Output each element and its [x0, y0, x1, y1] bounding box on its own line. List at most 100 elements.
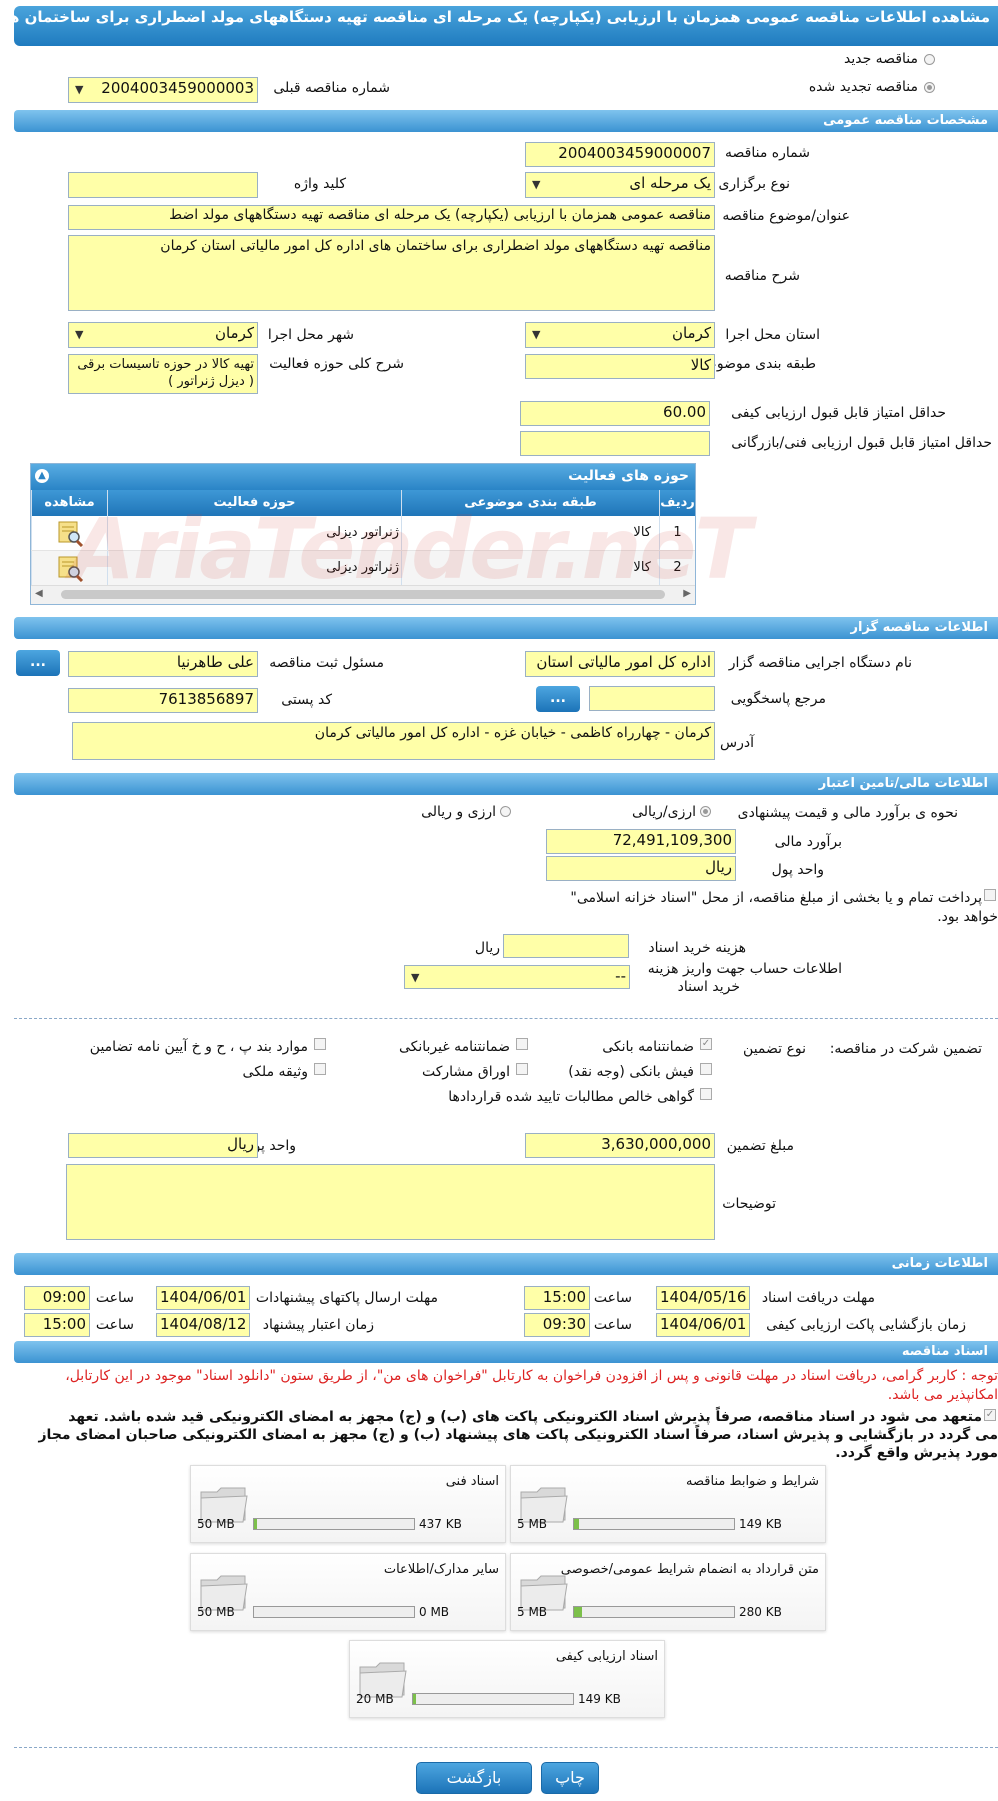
document-name: اسناد فنی — [445, 1474, 499, 1489]
document-size-fill — [254, 1519, 258, 1529]
document-tile[interactable]: سایر مدارک/اطلاعات 50 MB 0 MB — [190, 1553, 506, 1631]
bank-receipt-label: فیش بانکی (وجه نقد) — [568, 1064, 694, 1080]
guarantee-type-label: نوع تضمین — [743, 1041, 806, 1057]
fx-rial-option-label: ارزی و ریالی — [421, 804, 496, 820]
rial-option-label: ارزی/ریالی — [632, 804, 696, 820]
description-field[interactable]: مناقصه تهیه دستگاههای مولد اضطراری برای … — [68, 235, 715, 311]
submit-label: مهلت ارسال پاکتهای پیشنهادات — [255, 1290, 438, 1306]
document-max-size: 5 MB — [517, 1605, 548, 1619]
guarantee-currency-field[interactable]: ریال — [68, 1133, 258, 1158]
address-field[interactable]: کرمان - چهارراه کاظمی - خیابان غزه - ادا… — [72, 722, 715, 760]
document-current-size: 280 KB — [739, 1605, 782, 1619]
doc-receive-label: مهلت دریافت اسناد — [761, 1290, 875, 1306]
min-tech-field[interactable] — [520, 431, 710, 456]
document-current-size: 149 KB — [739, 1517, 782, 1531]
prev-tender-number-select[interactable]: ▼ 2004003459000003 — [68, 77, 258, 103]
submit-time-field[interactable]: 09:00 — [24, 1286, 90, 1310]
doc-cost-field[interactable] — [503, 934, 629, 958]
back-button[interactable]: بازگشت — [416, 1762, 532, 1794]
bank-guarantee-checkbox[interactable]: ✓ — [700, 1038, 712, 1050]
registrar-field[interactable]: علی طاهرنیا — [68, 651, 258, 677]
participation-label: تضمین شرکت در مناقصه: — [829, 1041, 982, 1057]
reference-field[interactable] — [589, 686, 715, 711]
bonds-checkbox[interactable] — [516, 1063, 528, 1075]
renewed-tender-label: مناقصه تجدید شده — [808, 79, 918, 95]
document-current-size: 0 MB — [419, 1605, 450, 1619]
guarantee-amount-label: مبلغ تضمین — [726, 1138, 794, 1154]
clauses-checkbox[interactable] — [314, 1038, 326, 1050]
documents-notice: توجه : کاربر گرامی، دریافت اسناد در مهلت… — [65, 1368, 998, 1403]
subject-field[interactable]: مناقصه عمومی همزمان با ارزیابی (یکپارچه)… — [68, 205, 715, 230]
account-select[interactable]: ▼ -- — [404, 965, 630, 989]
keyword-field[interactable] — [68, 172, 258, 198]
treasury-checkbox[interactable] — [984, 889, 996, 901]
section-organizer: اطلاعات مناقصه گزار — [14, 617, 998, 639]
watermark-logo: AriaTender.neT — [70, 500, 752, 598]
scroll-left-icon[interactable]: ◀ — [35, 588, 43, 599]
renewed-tender-radio[interactable] — [924, 82, 935, 93]
quality-open-time-field[interactable]: 09:30 — [524, 1313, 590, 1337]
clauses-label: موارد بند پ ، ح و خ آیین نامه تضامین — [89, 1039, 308, 1055]
validity-time-field[interactable]: 15:00 — [24, 1313, 90, 1337]
quality-open-time-label: ساعت — [593, 1317, 632, 1333]
bank-guarantee-label: ضمانتنامه بانکی — [602, 1039, 694, 1055]
activity-desc-field[interactable]: تهیه کالا در حوزه تاسیسات برقی ( دیزل ژن… — [68, 354, 258, 394]
submit-time-label: ساعت — [95, 1290, 134, 1306]
new-tender-radio[interactable] — [924, 54, 935, 65]
document-tile[interactable]: اسناد فنی 50 MB 437 KB — [190, 1465, 506, 1543]
rial-radio[interactable] — [700, 806, 711, 817]
registrar-lookup-button[interactable]: ... — [16, 650, 60, 676]
document-tile[interactable]: شرایط و ضوابط مناقصه 5 MB 149 KB — [510, 1465, 826, 1543]
document-name: شرایط و ضوابط مناقصه — [686, 1474, 819, 1489]
doc-receive-time-field[interactable]: 15:00 — [524, 1286, 590, 1310]
document-max-size: 50 MB — [197, 1605, 235, 1619]
province-select[interactable]: ▼ کرمان — [525, 322, 715, 348]
category-field[interactable]: کالا — [525, 354, 715, 379]
document-current-size: 437 KB — [419, 1517, 462, 1531]
collapse-icon[interactable]: ▲ — [35, 469, 49, 483]
postal-code-field[interactable]: 7613856897 — [68, 688, 258, 713]
document-name: سایر مدارک/اطلاعات — [383, 1562, 499, 1577]
commitment-text: متعهد می شود در اسناد مناقصه، صرفاً پذیر… — [38, 1409, 998, 1461]
page-title: مشاهده اطلاعات مناقصه عمومی همزمان با ار… — [14, 6, 998, 46]
quality-open-date-field[interactable]: 1404/06/01 — [656, 1313, 750, 1337]
bank-receipt-checkbox[interactable] — [700, 1063, 712, 1075]
validity-date-field[interactable]: 1404/08/12 — [156, 1313, 250, 1337]
divider — [14, 1747, 998, 1748]
print-button[interactable]: چاپ — [541, 1762, 599, 1794]
guarantee-amount-field[interactable]: 3,630,000,000 — [525, 1133, 715, 1158]
document-tile[interactable]: متن قرارداد به انضمام شرایط عمومی/خصوصی … — [510, 1553, 826, 1631]
account-label-1: اطلاعات حساب جهت واریز هزینه — [647, 961, 842, 977]
doc-receive-date-field[interactable]: 1404/05/16 — [656, 1286, 750, 1310]
city-select[interactable]: ▼ کرمان — [68, 322, 258, 348]
tender-number-field[interactable]: 2004003459000007 — [525, 142, 715, 167]
min-tech-label: حداقل امتیاز قابل قبول ارزیابی فنی/بازرگ… — [731, 435, 992, 451]
document-tile[interactable]: اسناد ارزیابی کیفی 20 MB 149 KB — [349, 1640, 665, 1718]
doc-cost-label: هزینه خرید اسناد — [648, 940, 746, 956]
document-size-fill — [574, 1607, 582, 1617]
document-size-fill — [413, 1694, 417, 1704]
min-quality-label: حداقل امتیاز قابل قبول ارزیابی کیفی — [731, 405, 946, 421]
guarantee-notes-field[interactable] — [66, 1164, 715, 1240]
estimate-label: برآورد مالی — [774, 834, 842, 850]
estimate-field[interactable]: 72,491,109,300 — [546, 829, 736, 854]
document-size-bar — [573, 1606, 735, 1618]
bonds-label: اوراق مشارکت — [421, 1064, 510, 1080]
nonbank-guarantee-label: ضمانتنامه غیربانکی — [398, 1039, 510, 1055]
fx-rial-radio[interactable] — [500, 806, 511, 817]
document-size-fill — [574, 1519, 579, 1529]
submit-date-field[interactable]: 1404/06/01 — [156, 1286, 250, 1310]
section-timing: اطلاعات زمانی — [14, 1253, 998, 1275]
nonbank-guarantee-checkbox[interactable] — [516, 1038, 528, 1050]
min-quality-field[interactable]: 60.00 — [520, 401, 710, 426]
description-label: شرح مناقصه — [724, 268, 800, 284]
currency-field[interactable]: ریال — [546, 856, 736, 881]
document-size-bar — [412, 1693, 574, 1705]
org-name-field[interactable]: اداره کل امور مالیاتی استان — [525, 651, 715, 677]
holding-type-select[interactable]: ▼ یک مرحله ای — [525, 172, 715, 198]
claims-cert-checkbox[interactable] — [700, 1088, 712, 1100]
validity-time-label: ساعت — [95, 1317, 134, 1333]
reference-lookup-button[interactable]: ... — [536, 686, 580, 712]
property-checkbox[interactable] — [314, 1063, 326, 1075]
province-label: استان محل اجرا — [725, 327, 820, 343]
